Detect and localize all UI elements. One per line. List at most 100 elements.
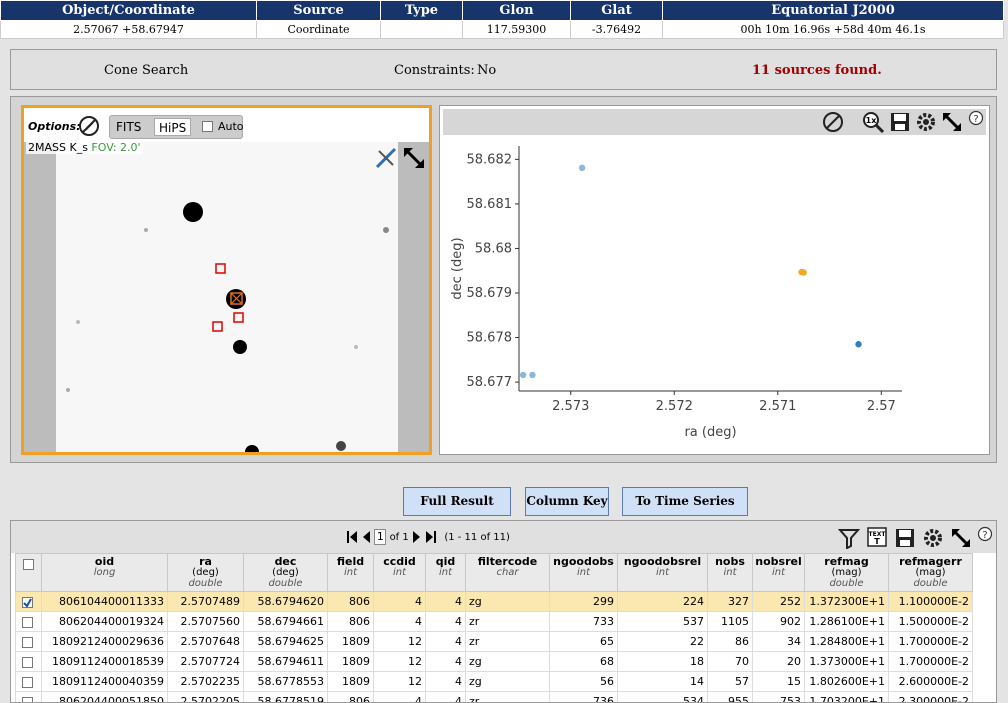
x-tick-label: 2.57 <box>867 399 896 414</box>
help-icon[interactable]: ? <box>968 110 984 126</box>
column-header[interactable]: ccdid int <box>373 553 426 592</box>
row-select-cell <box>15 611 42 632</box>
table-cell: 14 <box>617 671 708 692</box>
table-cell: 4 <box>425 591 466 612</box>
table-row[interactable]: 1809112400040359 2.5702235 58.6778553 1809 1… <box>15 671 973 692</box>
scatter-plot[interactable]: 2.573 2.572 2.571 2.57 58.682 58.681 58.68 58.6… <box>443 136 986 452</box>
expand-icon[interactable] <box>950 527 972 549</box>
table-cell: 1.700000E-2 <box>888 631 973 652</box>
table-cell: 736 <box>549 691 618 702</box>
time-series-tool-button[interactable]: To Time Series Tool <box>622 487 748 535</box>
row-checkbox[interactable] <box>21 656 33 668</box>
save-icon[interactable] <box>889 111 911 133</box>
x-tick-label: 2.572 <box>656 399 693 414</box>
first-page-icon[interactable] <box>346 530 358 544</box>
column-header[interactable]: qid int <box>425 553 466 592</box>
result-table-panel: 1 of 1 (1 - 11 of 11) TEXT T ? oid long ra… <box>10 520 997 703</box>
column-header[interactable]: dec (deg) double <box>243 553 328 592</box>
page-number-input[interactable]: 1 <box>374 529 387 545</box>
settings-gear-icon[interactable] <box>915 111 937 133</box>
table-cell: 22 <box>617 631 708 652</box>
table-row[interactable]: 1809212400029636 2.5707648 58.6794625 1809 1… <box>15 631 973 652</box>
clear-selection-icon[interactable] <box>822 111 844 133</box>
layer-tools-icon[interactable] <box>374 146 398 170</box>
no-symbol-icon[interactable] <box>78 115 100 137</box>
svg-text:?: ? <box>973 114 978 125</box>
help-icon[interactable]: ? <box>977 526 993 542</box>
prev-page-icon[interactable] <box>361 530 371 544</box>
next-page-icon[interactable] <box>412 530 422 544</box>
y-tick-label: 58.679 <box>467 286 513 301</box>
table-cell: 1105 <box>707 611 753 632</box>
row-checkbox[interactable] <box>21 596 33 608</box>
full-result-table-button[interactable]: Full Result Table <box>403 487 511 535</box>
fits-button[interactable]: FITS <box>112 118 145 136</box>
save-icon[interactable] <box>894 527 916 549</box>
y-tick-label: 58.682 <box>467 152 513 167</box>
table-cell: 806 <box>327 591 374 612</box>
column-header[interactable]: ra (deg) double <box>167 553 244 592</box>
target-info-table: Object/Coordinate Source Type Glon Glat … <box>0 0 1004 39</box>
table-cell: 4 <box>425 691 466 702</box>
select-all-checkbox[interactable] <box>23 559 34 570</box>
table-row[interactable]: 806104400011333 2.5707489 58.6794620 806 4 4 z… <box>15 591 973 612</box>
col-source: Source <box>256 0 381 21</box>
column-header[interactable]: nobs int <box>707 553 753 592</box>
col-object-coordinate: Object/Coordinate <box>0 0 257 21</box>
table-cell: 2.5707724 <box>167 651 244 672</box>
expand-icon[interactable] <box>941 111 963 133</box>
column-header[interactable]: ngoodobsrel int <box>617 553 708 592</box>
column-header[interactable]: oid long <box>41 553 168 592</box>
table-cell: zr <box>465 691 550 702</box>
scatter-plot-panel[interactable]: 1x ? 2.573 2.572 2.571 2.57 58.682 58.681 58.6… <box>439 105 990 455</box>
expand-icon[interactable] <box>402 146 426 170</box>
filter-icon[interactable] <box>838 527 860 549</box>
table-cell: 299 <box>549 591 618 612</box>
hips-button[interactable]: HiPS <box>154 118 192 136</box>
table-cell: 1809 <box>327 631 374 652</box>
auto-label: Auto <box>218 120 244 133</box>
column-header[interactable]: refmag (mag) double <box>804 553 889 592</box>
table-cell: 2.300000E-2 <box>888 691 973 702</box>
row-checkbox[interactable] <box>21 676 33 688</box>
table-cell: 902 <box>752 611 805 632</box>
sky-image-viewer[interactable]: 2MASS K_s FOV: 2.0' <box>24 142 429 452</box>
column-key-button[interactable]: Column Key <box>525 487 609 516</box>
table-row[interactable]: 806204400019324 2.5707560 58.6794661 806 4 4 z… <box>15 611 973 632</box>
table-cell: 12 <box>373 631 426 652</box>
table-cell: 68 <box>549 651 618 672</box>
table-cell: 58.6778519 <box>243 691 328 702</box>
image-panel[interactable]: Options: FITS HiPS Auto 2MASS K_s FOV: 2… <box>21 105 432 455</box>
y-tick-label: 58.68 <box>475 241 512 256</box>
y-axis-label: dec (deg) <box>450 237 465 299</box>
auto-checkbox[interactable] <box>202 121 213 132</box>
table-row[interactable]: 1809112400018539 2.5707724 58.6794611 1809 1… <box>15 651 973 672</box>
table-cell: 1.284800E+1 <box>804 631 889 652</box>
survey-name: 2MASS K_s <box>28 142 88 154</box>
y-tick-label: 58.681 <box>467 197 513 212</box>
text-view-icon[interactable]: TEXTT <box>866 526 888 548</box>
table-cell: zg <box>465 651 550 672</box>
last-page-icon[interactable] <box>425 530 437 544</box>
val-object-coordinate: 2.57067 +58.67947 <box>0 20 257 39</box>
table-cell: 733 <box>549 611 618 632</box>
row-checkbox[interactable] <box>21 636 33 648</box>
column-header[interactable]: field int <box>327 553 374 592</box>
column-header[interactable]: filtercode char <box>465 553 550 592</box>
table-cell: 20 <box>752 651 805 672</box>
table-cell: 56 <box>549 671 618 692</box>
row-checkbox[interactable] <box>21 616 33 628</box>
column-header[interactable]: ngoodobs int <box>549 553 618 592</box>
page-of-label: of 1 <box>389 532 409 543</box>
table-row[interactable]: 806204400051850 2.5702205 58.6778519 806 4 4 z… <box>15 691 973 702</box>
table-cell: 1809 <box>327 651 374 672</box>
table-cell: 806104400011333 <box>41 591 168 612</box>
column-header[interactable]: nobsrel int <box>752 553 805 592</box>
column-header[interactable]: refmagerr (mag) double <box>888 553 973 592</box>
row-checkbox[interactable] <box>21 696 33 702</box>
y-tick-label: 58.677 <box>467 375 513 390</box>
table-cell: 1.700000E-2 <box>888 651 973 672</box>
zoom-reset-icon[interactable]: 1x <box>862 111 884 133</box>
table-cell: 86 <box>707 631 753 652</box>
settings-gear-icon[interactable] <box>922 527 944 549</box>
